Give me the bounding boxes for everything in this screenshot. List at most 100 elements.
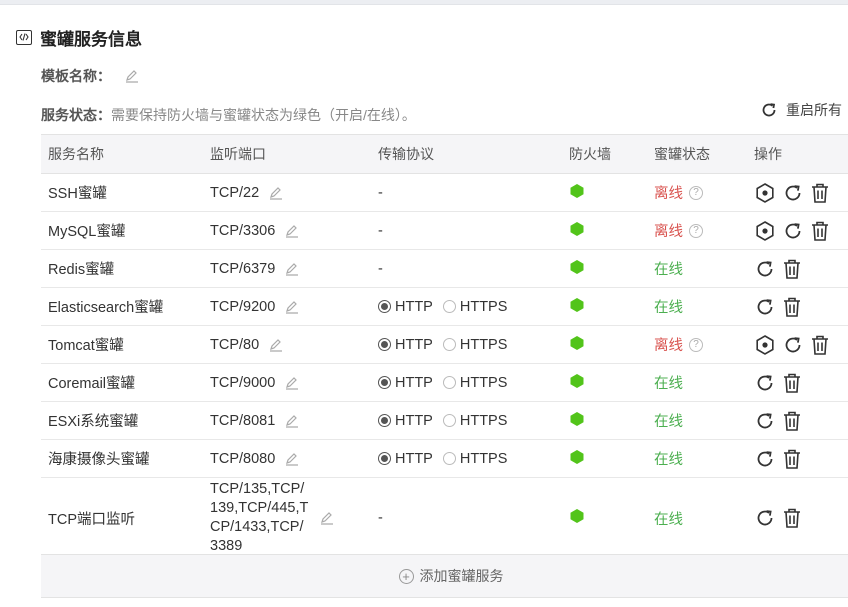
restart-icon[interactable] [782, 182, 804, 204]
status-cell: 在线 [647, 401, 747, 440]
restart-icon[interactable] [754, 296, 776, 318]
delete-icon[interactable] [782, 410, 802, 432]
firewall-cell [562, 287, 647, 326]
firewall-status-icon [569, 411, 585, 427]
edit-port-icon[interactable] [285, 262, 299, 276]
service-name: 海康摄像头蜜罐 [48, 452, 150, 468]
port-cell: TCP/9000 [203, 363, 371, 402]
col-protocol: 传输协议 [371, 134, 562, 174]
delete-icon[interactable] [782, 507, 802, 529]
service-name-cell: MySQL蜜罐 [41, 211, 203, 250]
service-name: TCP端口监听 [48, 511, 135, 528]
actions-cell [747, 477, 848, 559]
protocol-value: - [378, 222, 383, 239]
actions-cell [747, 439, 848, 478]
actions-cell [747, 211, 848, 250]
edit-template-icon[interactable] [125, 69, 139, 83]
honeypot-status: 离线 [654, 186, 683, 202]
port-value: TCP/9200 [210, 298, 276, 315]
firewall-cell [562, 173, 647, 212]
port-cell: TCP/22 [203, 173, 371, 212]
protocol-radio-https[interactable] [442, 414, 456, 427]
edit-port-icon[interactable] [269, 186, 283, 200]
port-cell: TCP/8081 [203, 401, 371, 440]
firewall-cell [562, 439, 647, 478]
protocol-option-label: HTTP [395, 412, 433, 429]
firewall-cell [562, 325, 647, 364]
protocol-radio-http[interactable] [378, 452, 391, 465]
restart-icon[interactable] [754, 507, 776, 529]
table-row: Elasticsearch蜜罐 TCP/9200 HTTP HTTPS 在线 [41, 287, 848, 326]
edit-port-icon[interactable] [285, 452, 299, 466]
add-service-button[interactable]: + 添加蜜罐服务 [41, 554, 848, 598]
edit-port-icon[interactable] [269, 338, 283, 352]
add-service-label: 添加蜜罐服务 [419, 568, 504, 584]
edit-port-icon[interactable] [285, 414, 299, 428]
restart-icon[interactable] [782, 334, 804, 356]
protocol-radio-http[interactable] [378, 376, 391, 389]
service-name: MySQL蜜罐 [48, 224, 126, 240]
restart-icon[interactable] [782, 220, 804, 242]
start-icon[interactable] [754, 220, 776, 242]
service-name-cell: ESXi系统蜜罐 [41, 401, 203, 440]
firewall-status-icon [569, 508, 585, 524]
table-row: SSH蜜罐 TCP/22 - 离线? [41, 173, 848, 212]
start-icon[interactable] [754, 334, 776, 356]
service-name-cell: 海康摄像头蜜罐 [41, 439, 203, 478]
edit-port-icon[interactable] [320, 511, 334, 525]
service-name-cell: Elasticsearch蜜罐 [41, 287, 203, 326]
start-icon[interactable] [754, 182, 776, 204]
protocol-option-label: HTTPS [459, 336, 508, 353]
port-value: TCP/9000 [210, 374, 276, 391]
restart-icon[interactable] [754, 410, 776, 432]
edit-port-icon[interactable] [285, 376, 299, 390]
service-name: Elasticsearch蜜罐 [48, 300, 164, 316]
delete-icon[interactable] [782, 296, 802, 318]
port-value: TCP/22 [210, 184, 260, 201]
delete-icon[interactable] [810, 334, 830, 356]
service-name-cell: Tomcat蜜罐 [41, 325, 203, 364]
section-header: 蜜罐服务信息 [16, 26, 142, 49]
col-listen-port: 监听端口 [203, 134, 371, 174]
protocol-radio-http[interactable] [378, 338, 391, 351]
delete-icon[interactable] [782, 448, 802, 470]
firewall-cell [562, 249, 647, 288]
help-icon[interactable]: ? [689, 185, 703, 200]
col-firewall: 防火墙 [562, 134, 647, 174]
protocol-radio-http[interactable] [378, 414, 391, 427]
protocol-cell: - [371, 211, 562, 250]
help-icon[interactable]: ? [689, 223, 703, 238]
edit-port-icon[interactable] [285, 300, 299, 314]
restart-all-label: 重启所有 [786, 102, 842, 118]
protocol-radio-https[interactable] [442, 376, 456, 389]
delete-icon[interactable] [782, 258, 802, 280]
protocol-cell: - [371, 173, 562, 212]
protocol-radio-https[interactable] [442, 338, 456, 351]
protocol-radio-http[interactable] [378, 300, 391, 313]
col-actions: 操作 [747, 134, 848, 174]
protocol-value: - [378, 184, 383, 201]
actions-cell [747, 249, 848, 288]
delete-icon[interactable] [782, 372, 802, 394]
status-cell: 在线 [647, 249, 747, 288]
delete-icon[interactable] [810, 220, 830, 242]
protocol-radio-https[interactable] [442, 452, 456, 465]
protocol-cell: - [371, 477, 562, 559]
actions-cell [747, 287, 848, 326]
protocol-radio-group: HTTP HTTPS [378, 299, 562, 315]
protocol-radio-https[interactable] [442, 300, 456, 313]
template-name-label: 模板名称： [41, 68, 111, 84]
service-name-cell: Redis蜜罐 [41, 249, 203, 288]
restart-all-button[interactable]: 重启所有 [760, 100, 842, 120]
protocol-option-label: HTTPS [459, 412, 508, 429]
restart-icon [760, 101, 778, 119]
restart-icon[interactable] [754, 372, 776, 394]
delete-icon[interactable] [810, 182, 830, 204]
edit-port-icon[interactable] [285, 224, 299, 238]
restart-icon[interactable] [754, 258, 776, 280]
restart-icon[interactable] [754, 448, 776, 470]
actions-cell [747, 363, 848, 402]
honeypot-status: 在线 [654, 414, 683, 430]
protocol-radio-group: HTTP HTTPS [378, 451, 562, 467]
help-icon[interactable]: ? [689, 337, 703, 352]
